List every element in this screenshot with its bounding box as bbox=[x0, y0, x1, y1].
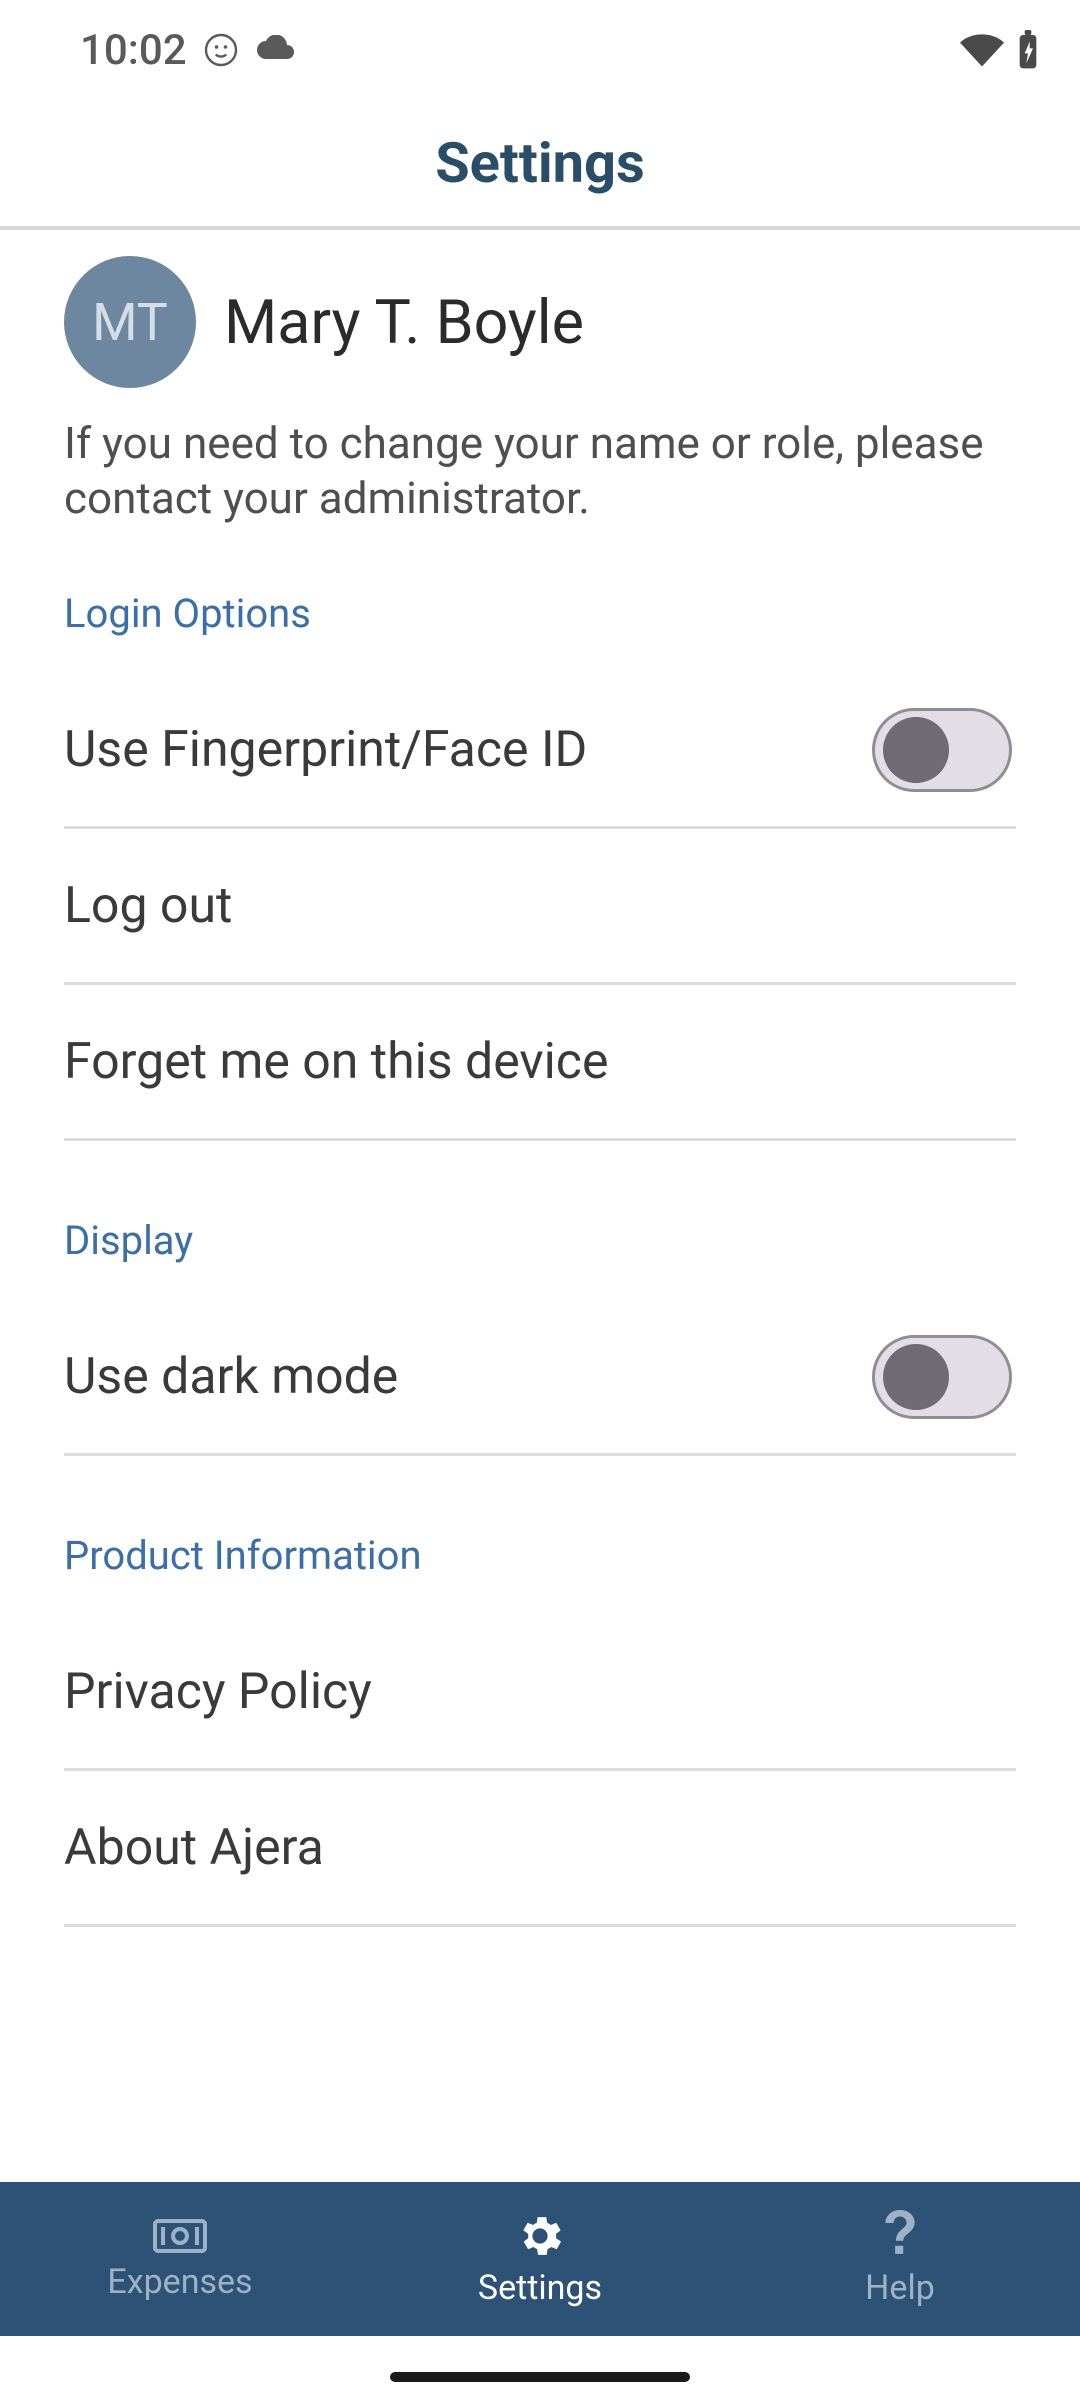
face-notification-icon bbox=[203, 32, 239, 68]
row-about-label: About Ajera bbox=[64, 1819, 1012, 1877]
row-biometric[interactable]: Use Fingerprint/Face ID bbox=[64, 673, 1016, 829]
row-dark-mode-label: Use dark mode bbox=[64, 1348, 872, 1406]
nav-item-help[interactable]: Help bbox=[720, 2182, 1080, 2336]
profile-row[interactable]: MT Mary T. Boyle bbox=[64, 230, 1016, 406]
section-header-login: Login Options bbox=[64, 570, 1016, 673]
status-left-group: 10:02 bbox=[80, 26, 297, 75]
gear-icon bbox=[514, 2210, 566, 2262]
section-header-product: Product Information bbox=[64, 1512, 1016, 1615]
nav-item-settings[interactable]: Settings bbox=[360, 2182, 720, 2336]
cloud-icon bbox=[255, 35, 297, 65]
product-info-list: Privacy Policy About Ajera bbox=[64, 1615, 1016, 1927]
profile-hint: If you need to change your name or role,… bbox=[64, 406, 1016, 570]
wifi-icon bbox=[960, 33, 1004, 67]
nav-settings-label: Settings bbox=[478, 2268, 602, 2308]
help-icon bbox=[880, 2210, 920, 2262]
status-time: 10:02 bbox=[80, 26, 187, 75]
toggle-knob bbox=[883, 717, 949, 783]
row-about[interactable]: About Ajera bbox=[64, 1771, 1016, 1927]
nav-item-expenses[interactable]: Expenses bbox=[0, 2182, 360, 2336]
row-logout[interactable]: Log out bbox=[64, 829, 1016, 985]
display-list: Use dark mode bbox=[64, 1300, 1016, 1456]
row-logout-label: Log out bbox=[64, 877, 1012, 935]
row-privacy-label: Privacy Policy bbox=[64, 1663, 1012, 1721]
section-header-display: Display bbox=[64, 1197, 1016, 1300]
status-bar: 10:02 bbox=[0, 0, 1080, 100]
toggle-knob bbox=[883, 1344, 949, 1410]
nav-expenses-label: Expenses bbox=[107, 2262, 252, 2302]
row-dark-mode[interactable]: Use dark mode bbox=[64, 1300, 1016, 1456]
gesture-bar bbox=[390, 2372, 690, 2382]
battery-icon bbox=[1016, 30, 1040, 70]
settings-content: MT Mary T. Boyle If you need to change y… bbox=[0, 230, 1080, 1927]
row-biometric-label: Use Fingerprint/Face ID bbox=[64, 721, 872, 779]
money-icon bbox=[152, 2216, 208, 2256]
login-options-list: Use Fingerprint/Face ID Log out Forget m… bbox=[64, 673, 1016, 1141]
status-right-group bbox=[960, 30, 1040, 70]
row-forget-device[interactable]: Forget me on this device bbox=[64, 985, 1016, 1141]
profile-name: Mary T. Boyle bbox=[224, 286, 584, 358]
avatar: MT bbox=[64, 256, 196, 388]
biometric-toggle[interactable] bbox=[872, 708, 1012, 792]
row-forget-label: Forget me on this device bbox=[64, 1033, 1012, 1091]
nav-help-label: Help bbox=[865, 2268, 935, 2308]
bottom-nav: Expenses Settings Help bbox=[0, 2182, 1080, 2336]
dark-mode-toggle[interactable] bbox=[872, 1335, 1012, 1419]
row-privacy-policy[interactable]: Privacy Policy bbox=[64, 1615, 1016, 1771]
page-title: Settings bbox=[0, 100, 1080, 230]
